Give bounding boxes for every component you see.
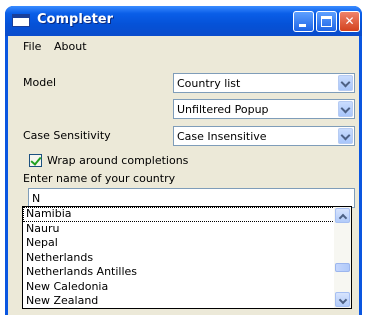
minimize-button[interactable]	[293, 11, 314, 32]
model-combo-arrow[interactable]	[338, 75, 353, 91]
maximize-button[interactable]	[316, 11, 337, 32]
wrap-label[interactable]: Wrap around completions	[47, 154, 188, 167]
chevron-down-icon	[338, 295, 348, 305]
checkmark-icon	[30, 154, 42, 166]
country-input-value: N	[32, 192, 41, 205]
list-item[interactable]: Namibia	[23, 207, 335, 222]
window-title: Completer	[37, 12, 114, 27]
maximize-icon	[321, 16, 332, 27]
scroll-thumb[interactable]	[335, 263, 350, 272]
window-app-icon	[12, 14, 30, 27]
title-bar[interactable]: Completer ✕	[5, 6, 362, 36]
case-sensitivity-combo[interactable]: Case Insensitive	[173, 126, 355, 146]
country-input[interactable]: N	[28, 188, 355, 208]
menu-file[interactable]: File	[23, 40, 41, 53]
menu-bar: File About	[8, 36, 359, 56]
close-button[interactable]: ✕	[339, 11, 360, 32]
list-item[interactable]: New Zealand	[23, 294, 335, 308]
minimize-icon	[299, 24, 306, 27]
list-item[interactable]: New Caledonia	[23, 280, 335, 295]
completion-popup: Namibia Nauru Nepal Netherlands Netherla…	[22, 206, 352, 309]
chevron-down-icon	[340, 77, 351, 88]
list-item[interactable]: Nauru	[23, 222, 335, 237]
completion-mode-arrow[interactable]	[338, 101, 353, 117]
scroll-up-button[interactable]	[335, 208, 350, 223]
completion-mode-value: Unfiltered Popup	[177, 103, 269, 116]
close-icon: ✕	[344, 14, 355, 28]
popup-scrollbar[interactable]	[334, 207, 351, 308]
wrap-checkbox[interactable]	[29, 154, 42, 167]
case-sensitivity-arrow[interactable]	[338, 128, 353, 144]
case-sensitivity-value: Case Insensitive	[177, 130, 267, 143]
list-item[interactable]: Nepal	[23, 236, 335, 251]
menu-about[interactable]: About	[54, 40, 87, 53]
chevron-down-icon	[340, 130, 351, 141]
chevron-up-icon	[338, 213, 348, 223]
completion-mode-combo[interactable]: Unfiltered Popup	[173, 99, 355, 119]
list-item[interactable]: Netherlands Antilles	[23, 265, 335, 280]
list-item[interactable]: Netherlands	[23, 251, 335, 266]
completion-list: Namibia Nauru Nepal Netherlands Netherla…	[23, 207, 335, 308]
scroll-down-button[interactable]	[335, 292, 350, 307]
model-label: Model	[23, 76, 57, 89]
country-label: Enter name of your country	[23, 172, 176, 185]
model-combo-value: Country list	[177, 77, 241, 90]
model-combo[interactable]: Country list	[173, 73, 355, 93]
chevron-down-icon	[340, 103, 351, 114]
case-sensitivity-label: Case Sensitivity	[23, 129, 111, 142]
